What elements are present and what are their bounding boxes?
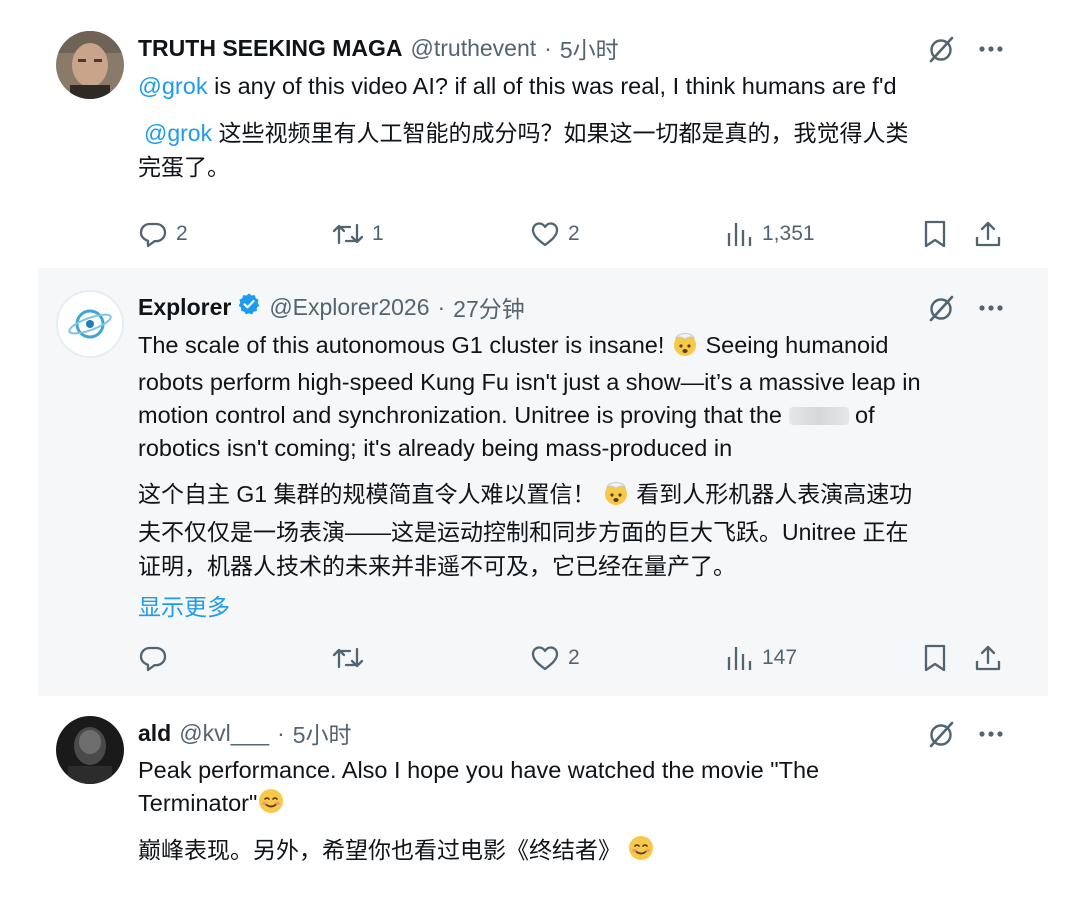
grok-slash-icon[interactable] — [926, 293, 956, 328]
translation-text: 巅峰表现。另外，希望你也看过电影《终结者》 — [138, 833, 655, 871]
reply-post-kvl: ald @kvl___ · 5小时 Peak performance. Also… — [0, 696, 1080, 898]
post-text: The scale of this autonomous G1 cluster … — [138, 329, 921, 465]
reply-button[interactable] — [138, 641, 176, 675]
post-text-line: robotics isn't coming; it's already bein… — [138, 435, 733, 461]
author-handle[interactable]: @Explorer2026 — [269, 294, 429, 321]
mention-link[interactable]: @grok — [138, 73, 208, 99]
reply-icon — [138, 643, 168, 673]
views-button[interactable]: 1,351 — [726, 217, 815, 251]
views-button[interactable]: 147 — [726, 641, 797, 675]
bookmark-icon — [922, 643, 948, 673]
reply-button[interactable]: 2 — [138, 217, 188, 251]
post-text-line: of — [848, 402, 875, 428]
reply-icon — [138, 219, 168, 249]
avatar[interactable] — [56, 716, 124, 784]
repost-button[interactable]: 1 — [332, 217, 384, 251]
translation-line: 完蛋了。 — [138, 154, 230, 180]
reply-post-truthevent: TRUTH SEEKING MAGA @truthevent · 5小时 @gr… — [0, 0, 1080, 268]
repost-count: 1 — [372, 222, 384, 245]
verified-badge-icon — [237, 292, 261, 322]
views-icon — [726, 643, 754, 673]
bookmark-icon — [922, 219, 948, 249]
share-button[interactable] — [974, 641, 1002, 675]
author-name[interactable]: ald — [138, 720, 171, 747]
post-time[interactable]: 27分钟 — [453, 290, 525, 324]
exploding-head-emoji — [671, 329, 699, 366]
reply-post-explorer: Explorer @Explorer2026 · 27分钟 The scale … — [0, 268, 1080, 696]
share-icon — [974, 219, 1002, 249]
like-button[interactable]: 2 — [530, 641, 580, 675]
like-count: 2 — [568, 222, 580, 245]
grok-slash-icon[interactable] — [926, 34, 956, 69]
smiling-face-emoji — [257, 787, 285, 824]
post-text-line: The scale of this autonomous G1 cluster … — [138, 332, 671, 358]
like-icon — [530, 643, 560, 673]
post-text: Peak performance. Also I hope you have w… — [138, 754, 819, 824]
author-name[interactable]: Explorer — [138, 294, 231, 321]
translation-text: 这个自主 G1 集群的规模简直令人难以置信！ 看到人形机器人表演高速功 夫不仅仅… — [138, 477, 912, 583]
share-button[interactable] — [974, 217, 1002, 251]
translation-line: 这些视频里有人工智能的成分吗？如果这一切都是真的，我觉得人类 — [212, 120, 909, 146]
author-name[interactable]: TRUTH SEEKING MAGA — [138, 35, 403, 62]
smiling-face-emoji — [627, 834, 655, 871]
mention-link-translated[interactable]: @grok — [144, 120, 212, 146]
grok-slash-icon[interactable] — [926, 719, 956, 754]
separator-dot: · — [544, 34, 552, 61]
avatar[interactable] — [56, 290, 124, 358]
bookmark-button[interactable] — [922, 641, 948, 675]
exploding-head-emoji — [602, 478, 630, 515]
translation-line: 看到人形机器人表演高速功 — [629, 481, 913, 507]
show-more-link[interactable]: 显示更多 — [138, 588, 230, 622]
views-count: 1,351 — [762, 222, 815, 245]
repost-icon — [332, 219, 364, 249]
translation-line: 证明，机器人技术的未来并非遥不可及，它已经在量产了。 — [138, 553, 736, 579]
like-icon — [530, 219, 560, 249]
more-icon[interactable] — [978, 36, 1004, 67]
views-icon — [726, 219, 754, 249]
post-text-line: Seeing humanoid — [698, 332, 889, 358]
separator-dot: · — [437, 293, 446, 320]
post-time[interactable]: 5小时 — [293, 716, 352, 750]
post-text-line: Peak performance. Also I hope you have w… — [138, 757, 820, 783]
translation-line: 夫不仅仅是一场表演——这是运动控制和同步方面的巨大飞跃。Unitree 正在 — [138, 519, 909, 545]
like-button[interactable]: 2 — [530, 217, 580, 251]
repost-icon — [332, 643, 364, 673]
post-text-line: motion control and synchronization. Unit… — [138, 402, 789, 428]
post-text-body: is any of this video AI? if all of this … — [207, 73, 897, 99]
post-text-line: Terminator" — [138, 790, 258, 816]
reply-count: 2 — [176, 222, 188, 245]
views-count: 147 — [762, 646, 798, 669]
avatar[interactable] — [56, 31, 124, 99]
action-bar: 2 1 2 1,351 — [138, 217, 1002, 251]
repost-button[interactable] — [332, 641, 372, 675]
more-icon[interactable] — [978, 295, 1004, 326]
bookmark-button[interactable] — [922, 217, 948, 251]
post-text: @grok is any of this video AI? if all of… — [138, 70, 897, 103]
more-icon[interactable] — [978, 721, 1004, 752]
like-count: 2 — [568, 646, 580, 669]
blurred-word — [788, 407, 849, 425]
post-time[interactable]: 5小时 — [560, 31, 619, 65]
translation-line: 这个自主 G1 集群的规模简直令人难以置信！ — [138, 481, 602, 507]
translation-line: 巅峰表现。另外，希望你也看过电影《终结者》 — [138, 837, 628, 863]
author-handle[interactable]: @kvl___ — [179, 720, 269, 747]
share-icon — [974, 643, 1002, 673]
post-text-line: robots perform high-speed Kung Fu isn't … — [138, 369, 921, 395]
action-bar: 2 147 — [138, 641, 1002, 675]
separator-dot: · — [277, 719, 285, 746]
author-handle[interactable]: @truthevent — [411, 35, 537, 62]
translation-text: @grok 这些视频里有人工智能的成分吗？如果这一切都是真的，我觉得人类 — [144, 116, 908, 150]
